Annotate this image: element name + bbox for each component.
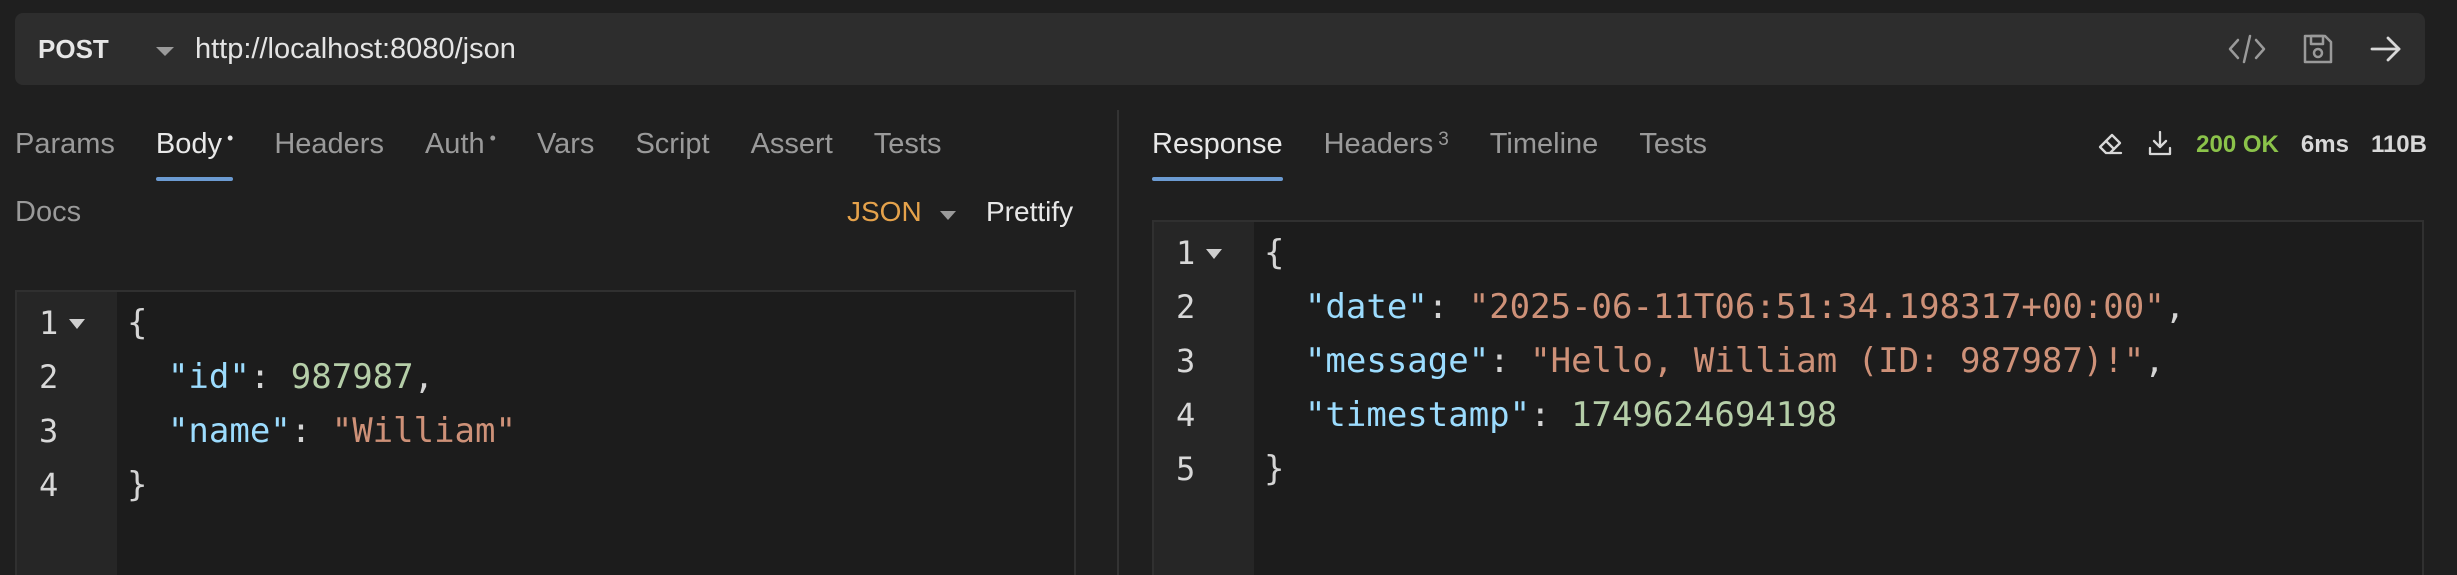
tab-label: Assert bbox=[750, 128, 833, 160]
code-line: "message": "Hello, William (ID: 987987)!… bbox=[1264, 334, 2165, 388]
code-token: , bbox=[2164, 287, 2186, 327]
fold-icon[interactable] bbox=[1206, 249, 1222, 259]
code-token: 1749624694198 bbox=[1571, 395, 1838, 435]
code-token: "id" bbox=[167, 357, 250, 397]
tab-label: Response bbox=[1152, 128, 1283, 160]
line-number: 1 bbox=[39, 304, 59, 342]
pane-divider[interactable] bbox=[1117, 110, 1119, 575]
code-token: { bbox=[127, 303, 148, 343]
status-badge: 200 OK bbox=[2196, 131, 2279, 158]
code-token: } bbox=[1264, 449, 1285, 489]
url-actions bbox=[2227, 13, 2403, 85]
code-token: "timestamp" bbox=[1304, 395, 1531, 435]
tab-response[interactable]: Response bbox=[1152, 124, 1283, 184]
body-mode-select[interactable]: JSON bbox=[847, 196, 922, 228]
line-number: 4 bbox=[1176, 396, 1196, 434]
eraser-icon[interactable] bbox=[2096, 129, 2124, 162]
tab-auth[interactable]: Auth • bbox=[425, 124, 496, 184]
request-tabs: Params Body • Headers Auth • Vars Script Assert T… bbox=[15, 124, 982, 184]
method-select[interactable]: POST bbox=[38, 13, 109, 85]
tab-tests[interactable]: Tests bbox=[1639, 124, 1707, 184]
code-token: , bbox=[413, 357, 435, 397]
tab-label: Timeline bbox=[1489, 128, 1599, 160]
tab-label: Headers bbox=[1323, 128, 1434, 160]
response-size: 110B bbox=[2370, 131, 2427, 158]
code-line: "id": 987987, bbox=[127, 350, 434, 404]
code-token: "message" bbox=[1304, 341, 1490, 381]
code-token: "2025-06-11T06:51:34.198317+00:00" bbox=[1468, 287, 2165, 327]
code-line: "date": "2025-06-11T06:51:34.198317+00:0… bbox=[1264, 280, 2185, 334]
tab-label: Tests bbox=[873, 128, 942, 160]
tab-label: Params bbox=[15, 128, 115, 160]
tab-headers[interactable]: Headers bbox=[274, 124, 384, 184]
code-line: "timestamp": 1749624694198 bbox=[1264, 388, 1837, 442]
line-number: 4 bbox=[39, 466, 59, 504]
code-token: : bbox=[1427, 287, 1469, 327]
line-number: 3 bbox=[1176, 342, 1196, 380]
code-token: , bbox=[2144, 341, 2165, 381]
code-token: : bbox=[290, 411, 332, 451]
code-token: { bbox=[1264, 233, 1285, 273]
line-number: 3 bbox=[39, 412, 59, 450]
code-line: { bbox=[127, 296, 147, 350]
line-gutter bbox=[1154, 222, 1254, 575]
code-token: "William" bbox=[331, 411, 516, 451]
tab-params[interactable]: Params bbox=[15, 124, 115, 184]
tab-headers[interactable]: Headers 3 bbox=[1324, 124, 1449, 184]
code-token: "Hello, William (ID: 987987)!" bbox=[1530, 341, 2145, 381]
modified-indicator: • bbox=[489, 128, 496, 148]
tab-label: Script bbox=[635, 128, 710, 160]
send-arrow-icon[interactable] bbox=[2369, 32, 2403, 66]
code-token: } bbox=[127, 465, 148, 505]
tab-label: Headers bbox=[274, 128, 384, 160]
tab-vars[interactable]: Vars bbox=[537, 124, 594, 184]
chevron-down-icon[interactable] bbox=[156, 47, 174, 56]
tab-label: Tests bbox=[1639, 128, 1707, 160]
code-token: : bbox=[1530, 395, 1572, 435]
download-icon[interactable] bbox=[2146, 129, 2174, 162]
fold-icon[interactable] bbox=[69, 319, 85, 329]
tab-label: Vars bbox=[536, 128, 595, 160]
tab-body[interactable]: Body • bbox=[155, 124, 234, 184]
tab-label: Body bbox=[155, 128, 223, 160]
tab-docs[interactable]: Docs bbox=[15, 196, 81, 229]
line-number: 1 bbox=[1176, 234, 1196, 272]
code-token: : bbox=[1489, 341, 1531, 381]
response-tabs: Response Headers 3 Timeline Tests bbox=[1152, 124, 1748, 184]
tab-assert[interactable]: Assert bbox=[751, 124, 833, 184]
chevron-down-icon[interactable] bbox=[940, 211, 956, 220]
code-token: "date" bbox=[1304, 287, 1428, 327]
code-token: : bbox=[249, 357, 291, 397]
request-body-editor[interactable]: 1 {2 "id": 987987, 3 "name": "William" 4} bbox=[15, 290, 1076, 575]
code-icon[interactable] bbox=[2227, 32, 2267, 66]
code-line: } bbox=[1264, 442, 1284, 496]
tab-script[interactable]: Script bbox=[635, 124, 709, 184]
modified-indicator: • bbox=[227, 128, 234, 148]
response-status-bar: 200 OK 6ms 110B bbox=[2096, 128, 2427, 162]
tab-tests[interactable]: Tests bbox=[874, 124, 942, 184]
response-time: 6ms bbox=[2300, 131, 2349, 158]
header-count-badge: 3 bbox=[1438, 129, 1449, 150]
url-input[interactable]: http://localhost:8080/json bbox=[195, 13, 516, 85]
prettify-button[interactable]: Prettify bbox=[986, 196, 1073, 228]
save-icon[interactable] bbox=[2301, 32, 2335, 66]
code-token: 987987 bbox=[290, 357, 414, 397]
line-gutter bbox=[17, 292, 117, 575]
response-body-viewer[interactable]: 1 {2 "date": "2025-06-11T06:51:34.198317+… bbox=[1152, 220, 2424, 575]
url-bar: POST http://localhost:8080/json bbox=[15, 13, 2425, 85]
tab-label: Auth bbox=[424, 128, 485, 160]
code-line: { bbox=[1264, 226, 1284, 280]
code-token: "name" bbox=[167, 411, 291, 451]
line-number: 2 bbox=[39, 358, 59, 396]
line-number: 5 bbox=[1176, 450, 1196, 488]
tab-timeline[interactable]: Timeline bbox=[1490, 124, 1599, 184]
code-line: "name": "William" bbox=[127, 404, 516, 458]
code-line: } bbox=[127, 458, 147, 512]
line-number: 2 bbox=[1176, 288, 1196, 326]
